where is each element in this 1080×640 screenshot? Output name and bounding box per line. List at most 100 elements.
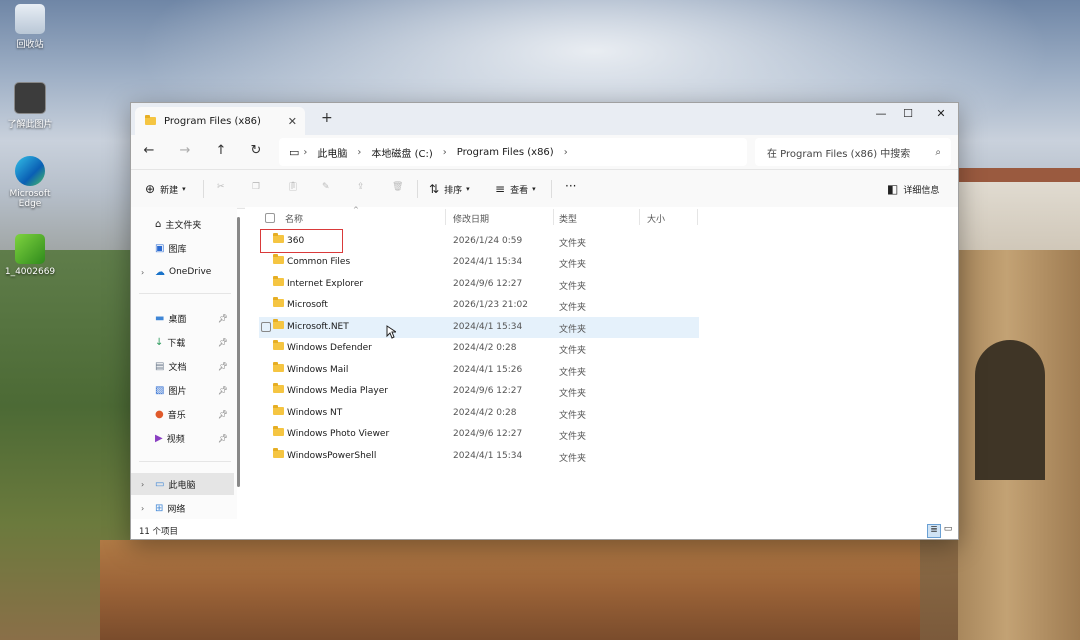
desktop-icon: ▬ <box>155 312 165 324</box>
sidebar-item-music[interactable]: ● 音乐 📌︎ <box>131 403 234 425</box>
sidebar-scrollbar[interactable] <box>237 217 240 487</box>
details-button[interactable]: ◧ 详细信息 <box>887 182 939 196</box>
status-bar: 11 个项目 ≣ ▭ <box>131 521 958 539</box>
chevron-down-icon: ▾ <box>466 185 470 193</box>
file-name: Microsoft <box>287 300 328 310</box>
plus-circle-icon: ⊕ <box>145 182 156 196</box>
share-icon[interactable]: ⇪ <box>357 182 365 192</box>
sidebar-item-desktop[interactable]: ▬ 桌面 📌︎ <box>131 307 234 329</box>
copy-icon[interactable]: ❐ <box>252 182 260 192</box>
table-row[interactable]: Microsoft.NET 2024/4/1 15:34 文件夹 <box>259 317 699 338</box>
desktop-icon-label: 了解此图片 <box>7 120 53 130</box>
file-date: 2024/9/6 12:27 <box>453 386 523 396</box>
sidebar-divider <box>139 293 231 294</box>
up-arrow-icon[interactable]: ↑ <box>211 143 231 158</box>
command-bar: ⊕ 新建 ▾ ✂ ❐ 📋︎ ✎ ⇪ 🗑︎ ⇅ 排序 ▾ ≡ 查看 ▾ ··· ◧… <box>131 170 958 209</box>
details-view-icon[interactable]: ≣ <box>927 524 941 538</box>
tab-title: Program Files (x86) <box>164 115 261 127</box>
folder-icon <box>273 405 284 415</box>
chevron-right-icon[interactable]: › <box>141 480 144 489</box>
sidebar-item-documents[interactable]: ▤ 文档 📌︎ <box>131 355 234 377</box>
new-label: 新建 <box>160 185 179 196</box>
close-button[interactable]: ✕ <box>926 107 956 120</box>
file-date: 2024/4/1 15:34 <box>453 451 523 461</box>
tab-close-icon[interactable]: ✕ <box>288 115 297 128</box>
sidebar-item-label: 下载 <box>167 338 186 349</box>
delete-icon[interactable]: 🗑︎ <box>392 182 403 192</box>
pin-icon: 📌︎ <box>217 313 228 323</box>
sidebar-item-pictures[interactable]: ▧ 图片 📌︎ <box>131 379 234 401</box>
column-divider <box>445 209 446 225</box>
column-divider <box>553 209 554 225</box>
file-type: 文件夹 <box>559 346 587 356</box>
column-header: 名称 ^ 修改日期 类型 大小 <box>245 206 945 227</box>
breadcrumb-local-disk[interactable]: 本地磁盘 (C:) <box>371 145 432 160</box>
row-checkbox[interactable] <box>261 322 271 332</box>
sidebar-item-downloads[interactable]: ↓ 下载 📌︎ <box>131 331 234 353</box>
chevron-right-icon[interactable]: › <box>141 268 144 277</box>
tab-program-files[interactable]: Program Files (x86) ✕ <box>135 107 305 135</box>
sidebar-item-label: 音乐 <box>167 410 186 421</box>
chevron-right-icon: › <box>563 146 568 158</box>
search-icon: ⌕ <box>935 146 941 158</box>
desktop-icon-installer[interactable]: 1_4002669 <box>0 234 60 277</box>
folder-icon <box>273 297 284 307</box>
file-date: 2026/1/24 0:59 <box>453 236 523 246</box>
rename-icon[interactable]: ✎ <box>322 182 330 192</box>
monitor-icon: ▭ <box>289 145 300 159</box>
sort-button[interactable]: ⇅ 排序 ▾ <box>429 182 470 196</box>
music-icon: ● <box>155 408 164 420</box>
address-bar[interactable]: ▭ › 此电脑 › 本地磁盘 (C:) › Program Files (x86… <box>279 138 747 166</box>
camera-icon <box>14 82 46 114</box>
desktop-icon-edge[interactable]: Microsoft Edge <box>0 156 60 209</box>
file-list: 名称 ^ 修改日期 类型 大小 360 2026/1/24 0:59 文件夹 C… <box>245 206 958 519</box>
column-name[interactable]: 名称 <box>285 212 303 225</box>
refresh-icon[interactable]: ↻ <box>246 143 266 158</box>
item-count: 11 个项目 <box>139 527 179 537</box>
select-all-checkbox[interactable] <box>265 213 275 223</box>
cut-icon[interactable]: ✂ <box>217 182 225 192</box>
search-input[interactable]: 在 Program Files (x86) 中搜索 ⌕ <box>755 138 951 166</box>
table-row[interactable]: Windows Photo Viewer 2024/9/6 12:27 文件夹 <box>259 424 699 445</box>
maximize-button[interactable]: ☐ <box>893 107 923 120</box>
sidebar-item-onedrive[interactable]: › ☁ OneDrive <box>131 261 234 283</box>
back-arrow-icon[interactable]: ← <box>139 143 159 158</box>
desktop-icon-recycle-bin[interactable]: 回收站 <box>0 4 60 50</box>
sidebar-item-network[interactable]: › ⊞ 网络 <box>131 497 234 519</box>
table-row[interactable]: Common Files 2024/4/1 15:34 文件夹 <box>259 252 699 273</box>
more-options-button[interactable]: ··· <box>565 179 576 193</box>
desktop-icon-learn-picture[interactable]: 了解此图片 <box>0 82 60 130</box>
view-button[interactable]: ≡ 查看 ▾ <box>495 182 536 196</box>
table-row[interactable]: Windows NT 2024/4/2 0:28 文件夹 <box>259 403 699 424</box>
sidebar-item-home[interactable]: ⌂ 主文件夹 <box>131 213 234 235</box>
table-row[interactable]: Microsoft 2026/1/23 21:02 文件夹 <box>259 295 699 316</box>
table-row[interactable]: Internet Explorer 2024/9/6 12:27 文件夹 <box>259 274 699 295</box>
breadcrumb-program-files[interactable]: Program Files (x86) <box>457 147 554 158</box>
table-row[interactable]: WindowsPowerShell 2024/4/1 15:34 文件夹 <box>259 446 699 467</box>
minimize-button[interactable]: — <box>866 107 896 120</box>
table-row[interactable]: Windows Defender 2024/4/2 0:28 文件夹 <box>259 338 699 359</box>
forward-arrow-icon[interactable]: → <box>175 143 195 158</box>
sidebar-item-videos[interactable]: ▶ 视频 📌︎ <box>131 427 234 449</box>
mouse-cursor-icon <box>386 325 396 339</box>
column-date[interactable]: 修改日期 <box>453 212 489 225</box>
breadcrumb-this-pc[interactable]: 此电脑 <box>317 145 347 160</box>
column-size[interactable]: 大小 <box>647 212 665 225</box>
chevron-right-icon: › <box>442 146 447 158</box>
paste-icon[interactable]: 📋︎ <box>287 182 298 192</box>
chevron-right-icon[interactable]: › <box>141 504 144 513</box>
new-tab-button[interactable]: + <box>321 110 333 126</box>
sidebar-item-label: 视频 <box>166 434 185 445</box>
details-label: 详细信息 <box>903 185 940 196</box>
sidebar-item-label: 图库 <box>168 244 187 255</box>
table-row[interactable]: Windows Mail 2024/4/1 15:26 文件夹 <box>259 360 699 381</box>
sidebar-item-this-pc[interactable]: › ▭ 此电脑 <box>131 473 234 495</box>
column-type[interactable]: 类型 <box>559 212 577 225</box>
table-row[interactable]: Windows Media Player 2024/9/6 12:27 文件夹 <box>259 381 699 402</box>
tiles-view-icon[interactable]: ▭ <box>942 524 954 536</box>
computer-icon: ▭ <box>155 478 165 490</box>
pin-icon: 📌︎ <box>217 433 228 443</box>
new-button[interactable]: ⊕ 新建 ▾ <box>145 182 186 196</box>
sidebar-item-gallery[interactable]: ▣ 图库 <box>131 237 234 259</box>
sidebar-item-label: 主文件夹 <box>165 220 202 231</box>
